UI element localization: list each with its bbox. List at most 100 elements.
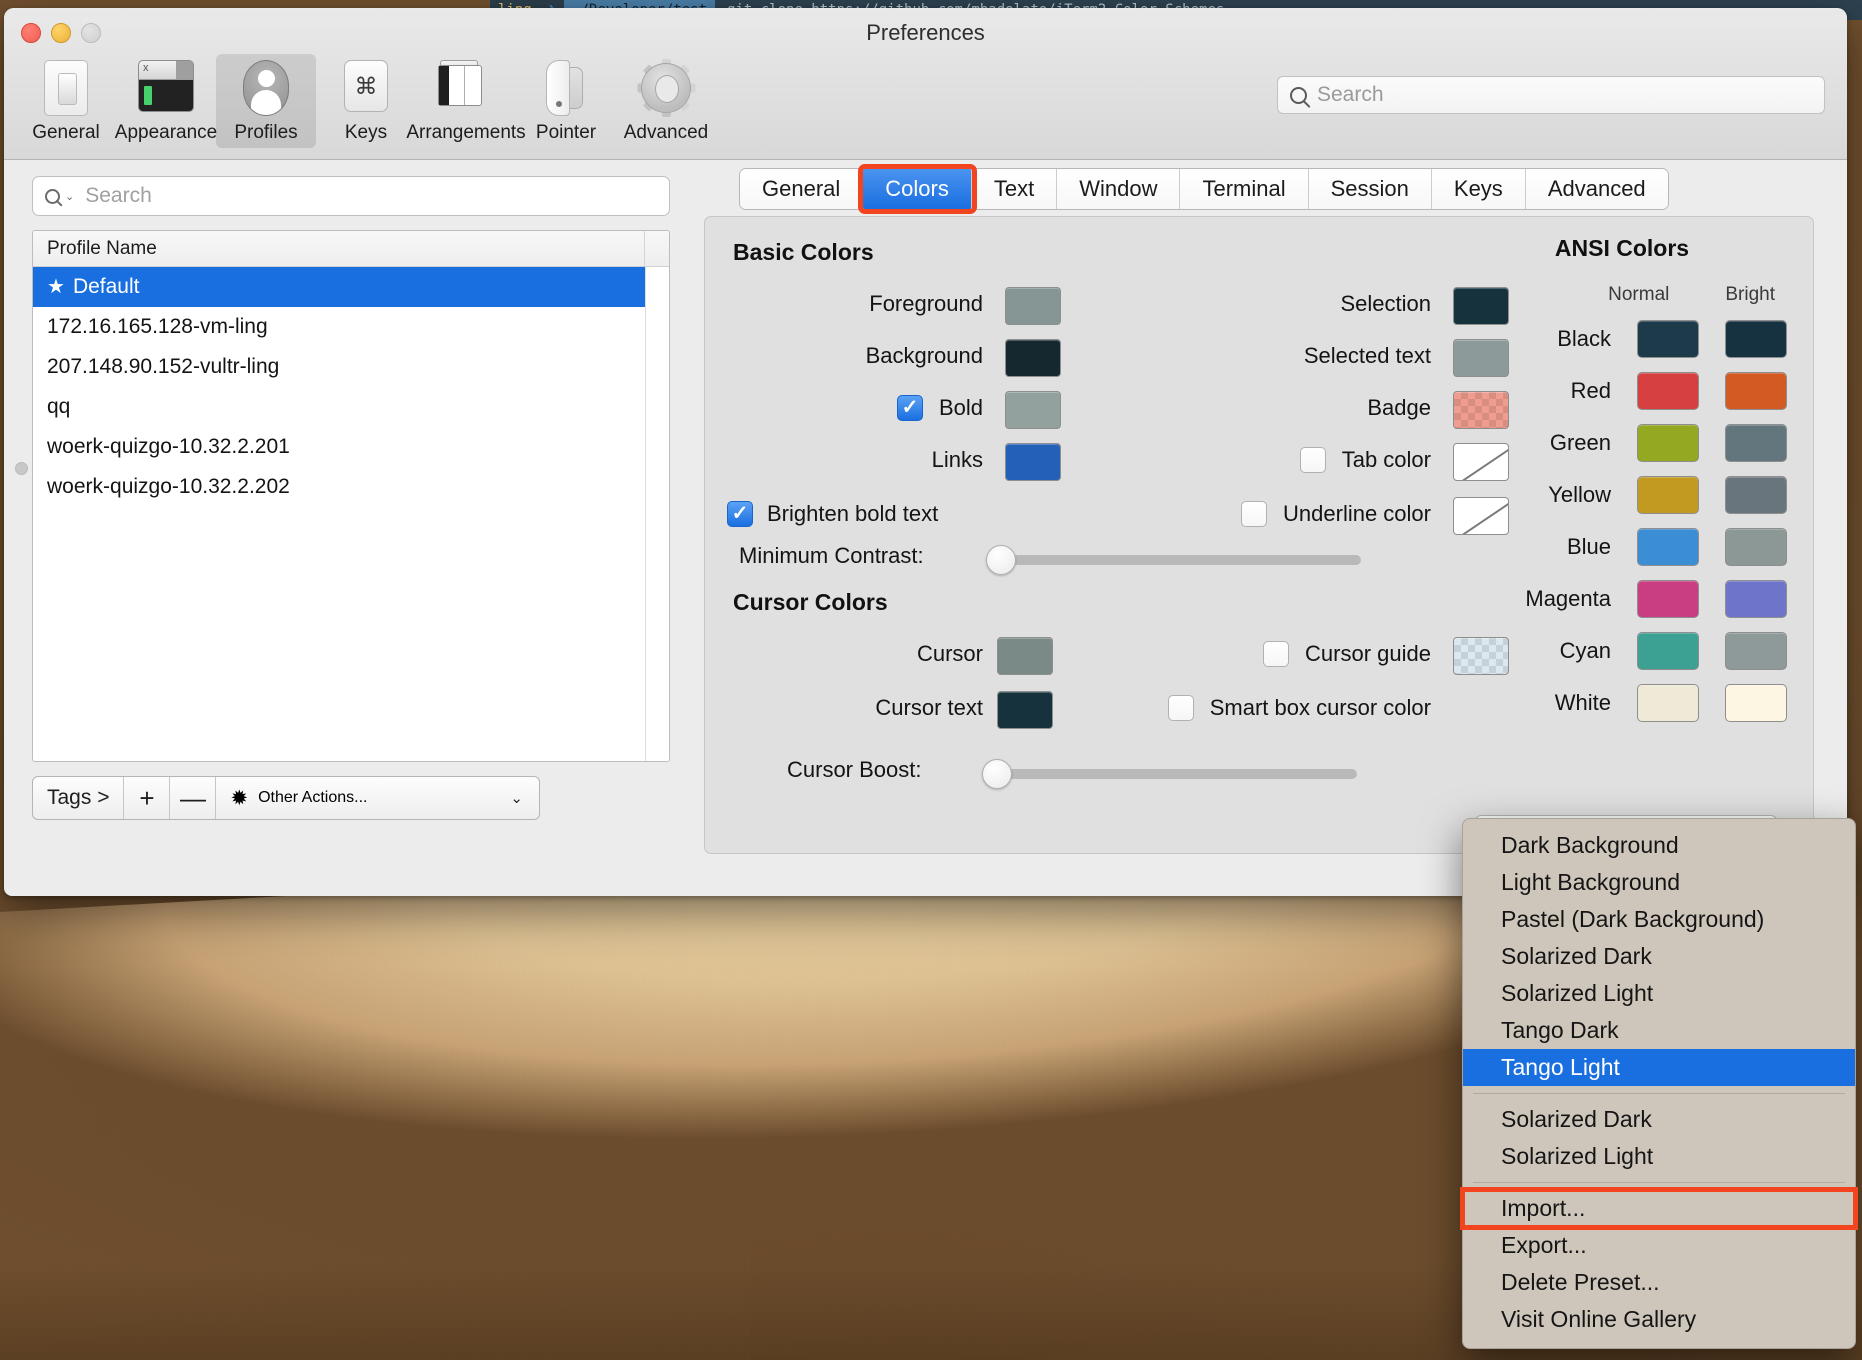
ansi-swatch-cyan-bright[interactable] [1725, 632, 1787, 670]
minimum-contrast-slider[interactable] [986, 545, 1361, 575]
tab-window[interactable]: Window [1057, 169, 1181, 209]
ansi-swatch-yellow-normal[interactable] [1637, 476, 1699, 514]
profile-name: Default [72, 275, 140, 298]
other-actions-button[interactable]: ✹ Other Actions... ⌄ [216, 777, 539, 819]
swatch-cursor-text[interactable] [997, 691, 1053, 729]
search-icon [45, 188, 60, 204]
toolbar-search-placeholder: Search [1317, 83, 1384, 106]
ansi-label-magenta: Magenta [1525, 586, 1611, 611]
toolbar-item-profiles[interactable]: Profiles [216, 54, 316, 148]
split-view-handle[interactable] [15, 462, 28, 475]
checkbox-tab-color[interactable] [1299, 447, 1326, 473]
profile-search-input[interactable]: ⌄ Search [32, 176, 670, 216]
ansi-swatch-blue-bright[interactable] [1725, 528, 1787, 566]
profile-name: 207.148.90.152-vultr-ling [47, 355, 280, 378]
checkbox-brighten-bold-text[interactable] [727, 501, 753, 527]
toolbar-label-appearance: Appearance [114, 122, 218, 143]
menu-item-solarized-light[interactable]: Solarized Light [1463, 975, 1855, 1012]
table-row[interactable]: woerk-quizgo-10.32.2.202 [33, 467, 669, 507]
gear-icon: ✹ [230, 786, 249, 810]
preferences-toolbar: General Appearance Profiles ⌘ Keys Ar [16, 54, 716, 148]
ansi-swatch-cyan-normal[interactable] [1637, 632, 1699, 670]
menu-item-delete-preset[interactable]: Delete Preset... [1463, 1264, 1855, 1301]
table-scrollbar-track[interactable] [645, 267, 669, 761]
ansi-swatch-green-bright[interactable] [1725, 424, 1787, 462]
menu-item-light-background[interactable]: Light Background [1463, 864, 1855, 901]
ansi-col-bright: Bright [1725, 284, 1775, 305]
checkbox-smart-box-cursor-color[interactable] [1167, 695, 1194, 721]
tags-button[interactable]: Tags > [33, 777, 125, 819]
ansi-swatch-blue-normal[interactable] [1637, 528, 1699, 566]
field-selected-text: Selected text [1095, 343, 1431, 369]
field-cursor-boost: Cursor Boost: [787, 757, 922, 783]
chevron-down-icon: ⌄ [510, 790, 523, 807]
menu-item-export[interactable]: Export... [1463, 1227, 1855, 1264]
menu-item-tango-dark[interactable]: Tango Dark [1463, 1012, 1855, 1049]
toolbar-item-general[interactable]: General [16, 54, 116, 148]
profile-name: 172.16.165.128-vm-ling [47, 315, 268, 338]
toolbar-item-advanced[interactable]: Advanced [616, 54, 716, 148]
menu-item-import[interactable]: Import... [1460, 1187, 1858, 1230]
field-brighten-bold-text: Brighten bold text [727, 501, 938, 527]
tab-keys[interactable]: Keys [1431, 169, 1526, 209]
swatch-foreground[interactable] [1005, 287, 1061, 325]
tab-session[interactable]: Session [1308, 169, 1432, 209]
ansi-swatch-white-bright[interactable] [1725, 684, 1787, 722]
menu-item-tango-light[interactable]: Tango Light [1463, 1049, 1855, 1086]
swatch-bold[interactable] [1005, 391, 1061, 429]
tab-text[interactable]: Text [971, 169, 1058, 209]
toolbar-item-pointer[interactable]: Pointer [516, 54, 616, 148]
ansi-row-red: Red [1457, 372, 1787, 410]
label-selected-text: Selected text [1303, 343, 1431, 368]
menu-item-visit-online-gallery[interactable]: Visit Online Gallery [1463, 1301, 1855, 1338]
chevron-down-icon[interactable]: ⌄ [65, 190, 74, 203]
profile-name: qq [47, 395, 71, 418]
label-brighten-bold-text: Brighten bold text [767, 501, 939, 526]
menu-item-solarized-dark[interactable]: Solarized Dark [1463, 938, 1855, 975]
tab-general[interactable]: General [740, 169, 864, 209]
menu-item-solarized-dark-custom[interactable]: Solarized Dark [1463, 1101, 1855, 1138]
tab-terminal[interactable]: Terminal [1180, 169, 1309, 209]
cursor-boost-slider[interactable] [982, 759, 1357, 789]
ansi-swatch-magenta-bright[interactable] [1725, 580, 1787, 618]
menu-item-pastel-dark-background[interactable]: Pastel (Dark Background) [1463, 901, 1855, 938]
field-foreground: Foreground [733, 291, 983, 317]
ansi-swatch-white-normal[interactable] [1637, 684, 1699, 722]
toolbar-item-appearance[interactable]: Appearance [114, 54, 218, 148]
ansi-swatch-red-normal[interactable] [1637, 372, 1699, 410]
table-row[interactable]: ★ Default [33, 267, 669, 307]
checkbox-cursor-guide[interactable] [1263, 641, 1290, 667]
ansi-swatch-yellow-bright[interactable] [1725, 476, 1787, 514]
ansi-label-cyan: Cyan [1559, 638, 1611, 663]
ansi-swatch-green-normal[interactable] [1637, 424, 1699, 462]
table-row[interactable]: woerk-quizgo-10.32.2.201 [33, 427, 669, 467]
table-row[interactable]: qq [33, 387, 669, 427]
slider-knob[interactable] [982, 759, 1012, 789]
table-row[interactable]: 207.148.90.152-vultr-ling [33, 347, 669, 387]
ansi-swatch-red-bright[interactable] [1725, 372, 1787, 410]
swatch-links[interactable] [1005, 443, 1061, 481]
label-cursor: Cursor [916, 641, 983, 666]
ansi-swatch-black-normal[interactable] [1637, 320, 1699, 358]
profile-list-table: Profile Name ★ Default 172.16.165.128-vm… [32, 230, 670, 762]
checkbox-bold[interactable] [896, 395, 923, 421]
remove-profile-button[interactable]: — [170, 777, 217, 819]
toolbar-item-arrangements[interactable]: Arrangements [406, 54, 526, 148]
ansi-swatch-black-bright[interactable] [1725, 320, 1787, 358]
swatch-background[interactable] [1005, 339, 1061, 377]
table-row[interactable]: 172.16.165.128-vm-ling [33, 307, 669, 347]
slider-knob[interactable] [986, 545, 1016, 575]
menu-item-solarized-light-custom[interactable]: Solarized Light [1463, 1138, 1855, 1175]
tab-colors[interactable]: Colors [858, 164, 977, 214]
ansi-row-white: White [1457, 684, 1787, 722]
tab-advanced[interactable]: Advanced [1525, 169, 1668, 209]
swatch-cursor[interactable] [997, 637, 1053, 675]
checkbox-underline-color[interactable] [1241, 501, 1268, 527]
add-profile-button[interactable]: + [124, 777, 171, 819]
toolbar-item-keys[interactable]: ⌘ Keys [316, 54, 416, 148]
label-selection: Selection [1340, 291, 1431, 316]
toolbar-search-field[interactable]: Search [1277, 76, 1825, 114]
menu-item-dark-background[interactable]: Dark Background [1463, 827, 1855, 864]
column-header-profile-name: Profile Name [47, 237, 157, 259]
ansi-swatch-magenta-normal[interactable] [1637, 580, 1699, 618]
